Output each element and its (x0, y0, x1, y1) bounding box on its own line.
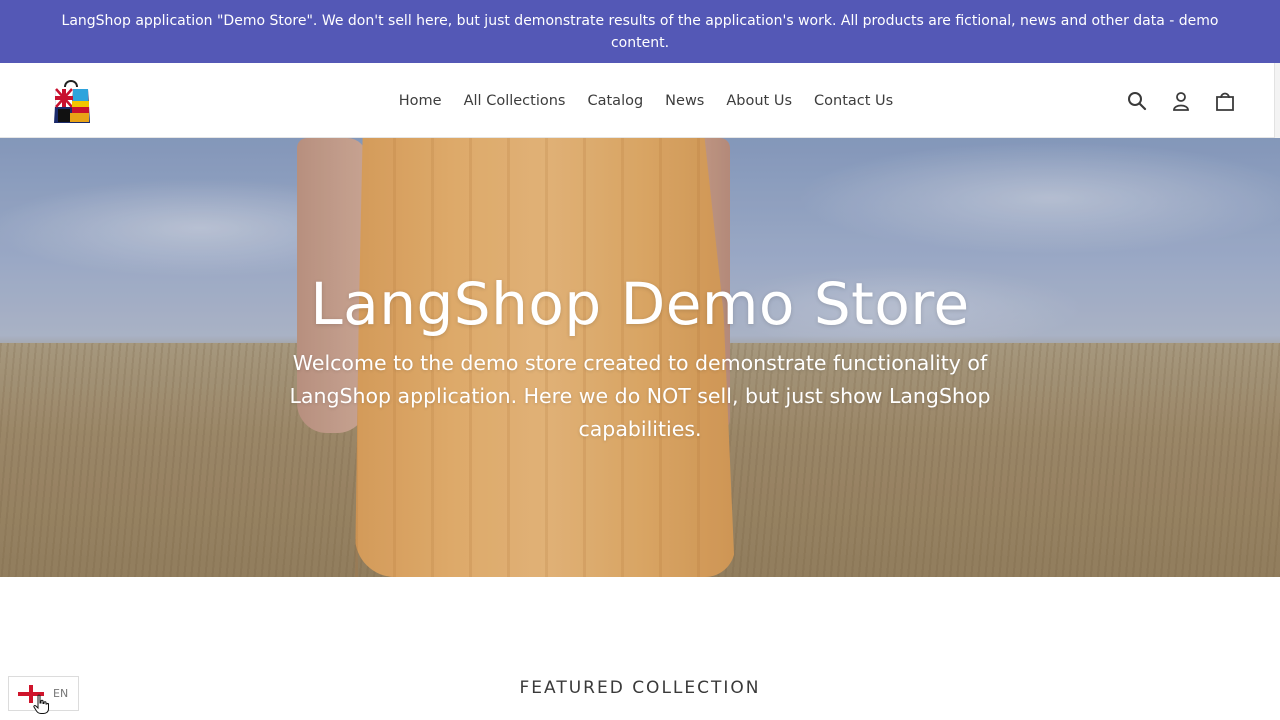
announcement-bar: LangShop application "Demo Store". We do… (0, 0, 1280, 63)
scrollbar[interactable] (1274, 63, 1280, 138)
nav-all-collections[interactable]: All Collections (453, 93, 577, 109)
cart-icon[interactable] (1214, 90, 1236, 112)
nav-news[interactable]: News (654, 93, 715, 109)
main-navigation: Home All Collections Catalog News About … (0, 63, 1280, 138)
nav-contact-us[interactable]: Contact Us (803, 93, 904, 109)
site-header: Home All Collections Catalog News About … (0, 63, 1280, 138)
header-actions (1126, 63, 1236, 138)
search-icon[interactable] (1126, 90, 1148, 112)
hand-cursor-icon (33, 694, 49, 714)
featured-collection-heading: FEATURED COLLECTION (519, 678, 761, 698)
account-icon[interactable] (1170, 90, 1192, 112)
nav-about-us[interactable]: About Us (715, 93, 803, 109)
announcement-text: LangShop application "Demo Store". We do… (61, 13, 1219, 51)
language-code: EN (53, 687, 69, 700)
hero-title: LangShop Demo Store (310, 270, 970, 338)
nav-home[interactable]: Home (388, 93, 453, 109)
nav-catalog[interactable]: Catalog (576, 93, 654, 109)
hero-subtitle: Welcome to the demo store created to dem… (289, 351, 991, 441)
hero-banner: LangShop Demo Store Welcome to the demo … (0, 138, 1280, 577)
